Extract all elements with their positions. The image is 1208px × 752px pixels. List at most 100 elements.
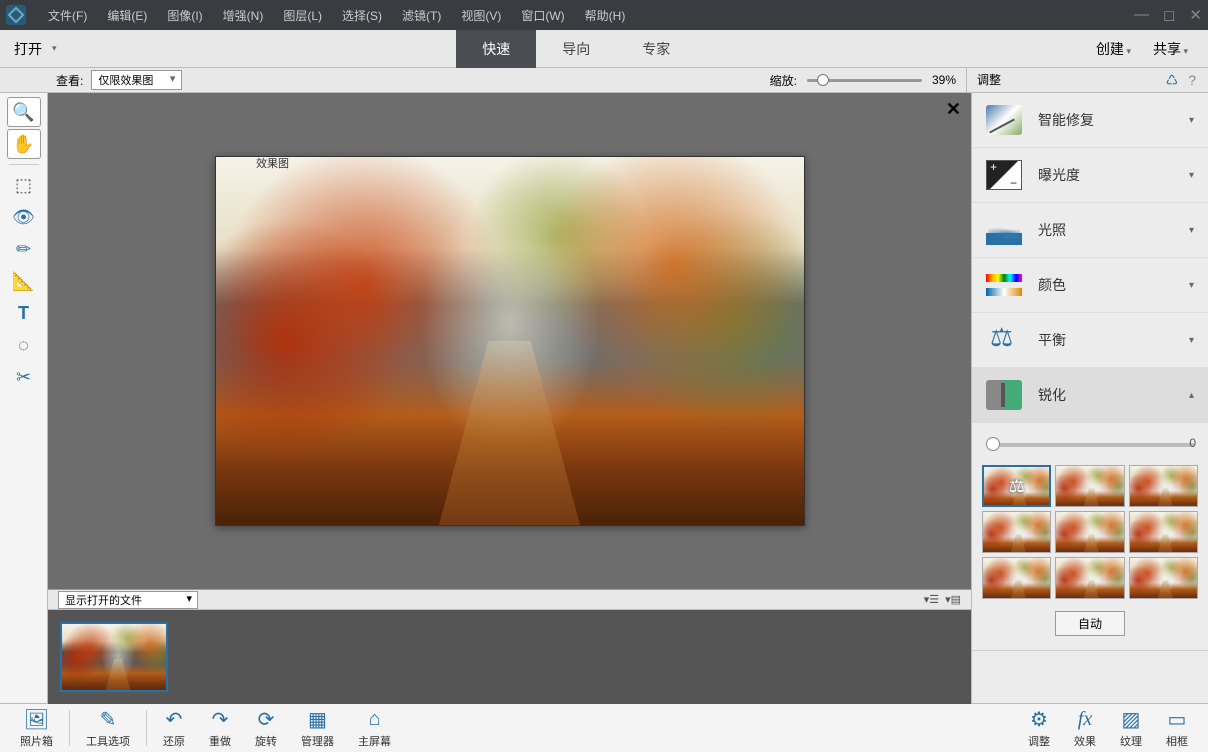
- sharpen-preset-6[interactable]: [1129, 511, 1198, 553]
- tab-quick[interactable]: 快速: [456, 30, 536, 68]
- sharpen-preset-5[interactable]: [1055, 511, 1124, 553]
- create-button[interactable]: 创建: [1096, 39, 1131, 59]
- crop-tool[interactable]: ✂: [7, 362, 41, 392]
- fx-icon: fx: [1078, 708, 1092, 732]
- share-button[interactable]: 共享: [1153, 39, 1188, 59]
- taskbar: 🖼照片箱 ✎工具选项 ↶还原 ↷重做 ⟳旋转 ▦管理器 ⌂主屏幕 ⚙调整 fx效…: [0, 703, 1208, 752]
- sharpen-preset-3[interactable]: [1129, 465, 1198, 507]
- frames-button[interactable]: ▭相框: [1154, 708, 1200, 749]
- sharpen-preset-4[interactable]: [982, 511, 1051, 553]
- chevron-down-icon: ▾: [1189, 170, 1194, 181]
- balance-icon: [986, 325, 1022, 355]
- menu-bar: 文件(F) 编辑(E) 图像(I) 增强(N) 图层(L) 选择(S) 滤镜(T…: [0, 0, 1208, 30]
- adjust-lighting[interactable]: 光照 ▾: [972, 203, 1208, 258]
- sharpen-preset-1[interactable]: ⚖: [982, 465, 1051, 507]
- sharpen-preset-9[interactable]: [1129, 557, 1198, 599]
- app-logo: [6, 5, 26, 25]
- hand-tool[interactable]: ✋: [7, 129, 41, 159]
- frame-icon: ▭: [1168, 708, 1187, 732]
- texture-icon: ▨: [1122, 708, 1141, 732]
- menu-image[interactable]: 图像(I): [157, 7, 212, 24]
- photo-bin-dropdown[interactable]: 显示打开的文件: [58, 591, 198, 609]
- menu-layer[interactable]: 图层(L): [273, 7, 332, 24]
- bin-list-icon[interactable]: ▾☰: [924, 593, 939, 606]
- canvas-label: 效果图: [256, 155, 289, 171]
- adjust-sharpen[interactable]: 锐化 ▴: [972, 368, 1208, 423]
- adjust-smartfix[interactable]: 智能修复 ▾: [972, 93, 1208, 148]
- color-icon: [986, 270, 1022, 300]
- options-bar: 查看: 仅限效果图 缩放: 39% 调整 ♺ ?: [0, 68, 1208, 93]
- chevron-down-icon: ▾: [1189, 335, 1194, 346]
- undo-icon: ↶: [166, 708, 183, 732]
- adjust-exposure[interactable]: 曝光度 ▾: [972, 148, 1208, 203]
- sharpen-value: 0: [1189, 436, 1196, 450]
- straighten-tool[interactable]: 📐: [7, 266, 41, 296]
- view-dropdown[interactable]: 仅限效果图: [91, 70, 182, 90]
- effects-button[interactable]: fx效果: [1062, 708, 1108, 749]
- menu-help[interactable]: 帮助(H): [575, 7, 636, 24]
- exposure-icon: [986, 160, 1022, 190]
- photo-bin-button[interactable]: 🖼照片箱: [8, 708, 65, 749]
- redeye-tool[interactable]: 👁: [7, 202, 41, 232]
- chevron-down-icon: ▾: [1189, 115, 1194, 126]
- undo-button[interactable]: ↶还原: [151, 708, 197, 749]
- quick-select-tool[interactable]: ⬚: [7, 170, 41, 200]
- organizer-icon: ▦: [308, 708, 327, 732]
- reset-icon[interactable]: ♺: [1166, 68, 1179, 93]
- rotate-icon: ⟳: [258, 708, 275, 732]
- organizer-button[interactable]: ▦管理器: [289, 708, 346, 749]
- menu-file[interactable]: 文件(F): [38, 7, 97, 24]
- rotate-button[interactable]: ⟳旋转: [243, 708, 289, 749]
- menu-filter[interactable]: 滤镜(T): [392, 7, 451, 24]
- adjust-color[interactable]: 颜色 ▾: [972, 258, 1208, 313]
- canvas-image[interactable]: [215, 156, 805, 526]
- mode-bar: 打开 ▾ 快速 导向 专家 创建 共享: [0, 30, 1208, 68]
- help-icon[interactable]: ?: [1188, 68, 1196, 93]
- menu-window[interactable]: 窗口(W): [511, 7, 574, 24]
- bin-menu-icon[interactable]: ▾▤: [945, 593, 961, 606]
- spot-heal-tool[interactable]: ◌: [7, 330, 41, 360]
- zoom-slider[interactable]: [807, 79, 922, 82]
- sharpen-icon: [986, 380, 1022, 410]
- auto-button[interactable]: 自动: [1055, 611, 1125, 636]
- chevron-up-icon: ▴: [1189, 390, 1194, 401]
- maximize-icon[interactable]: ◻: [1163, 6, 1175, 24]
- home-button[interactable]: ⌂主屏幕: [346, 708, 403, 749]
- tab-guided[interactable]: 导向: [536, 30, 616, 68]
- view-label: 查看:: [56, 72, 83, 89]
- photo-bin-icon: 🖼: [24, 708, 49, 732]
- sharpen-preset-8[interactable]: [1055, 557, 1124, 599]
- open-button[interactable]: 打开: [0, 39, 56, 59]
- menu-edit[interactable]: 编辑(E): [97, 7, 157, 24]
- zoom-label: 缩放:: [770, 72, 797, 89]
- sharpen-preset-2[interactable]: [1055, 465, 1124, 507]
- whiten-tool[interactable]: ✏: [7, 234, 41, 264]
- textures-button[interactable]: ▨纹理: [1108, 708, 1154, 749]
- photo-bin: 显示打开的文件 ▾☰ ▾▤: [48, 589, 971, 703]
- adjustments-button[interactable]: ⚙调整: [1016, 708, 1062, 749]
- panel-title: 调整: [977, 68, 1001, 93]
- smartfix-icon: [986, 105, 1022, 135]
- canvas-area: ✕ 效果图 显示打开的文件 ▾☰ ▾▤: [48, 93, 971, 703]
- zoom-value: 39%: [932, 73, 956, 87]
- open-dropdown-icon[interactable]: ▾: [52, 43, 57, 54]
- minimize-icon[interactable]: —: [1134, 6, 1149, 24]
- chevron-down-icon: ▾: [1189, 280, 1194, 291]
- tool-options-button[interactable]: ✎工具选项: [74, 708, 142, 749]
- photo-thumbnail[interactable]: [60, 622, 168, 692]
- close-icon[interactable]: ✕: [1189, 6, 1202, 24]
- menu-select[interactable]: 选择(S): [332, 7, 392, 24]
- sharpen-slider[interactable]: 0: [986, 443, 1194, 447]
- tab-expert[interactable]: 专家: [616, 30, 696, 68]
- adjustments-panel: 智能修复 ▾ 曝光度 ▾ 光照 ▾ 颜色 ▾ 平衡 ▾ 锐化 ▴: [971, 93, 1208, 703]
- redo-icon: ↷: [212, 708, 229, 732]
- sharpen-preset-7[interactable]: [982, 557, 1051, 599]
- home-icon: ⌂: [368, 708, 380, 732]
- menu-enhance[interactable]: 增强(N): [213, 7, 274, 24]
- menu-view[interactable]: 视图(V): [451, 7, 511, 24]
- text-tool[interactable]: T: [7, 298, 41, 328]
- adjust-balance[interactable]: 平衡 ▾: [972, 313, 1208, 368]
- redo-button[interactable]: ↷重做: [197, 708, 243, 749]
- zoom-tool[interactable]: 🔍: [7, 97, 41, 127]
- sharpen-controls: 0 ⚖ 自动: [972, 423, 1208, 651]
